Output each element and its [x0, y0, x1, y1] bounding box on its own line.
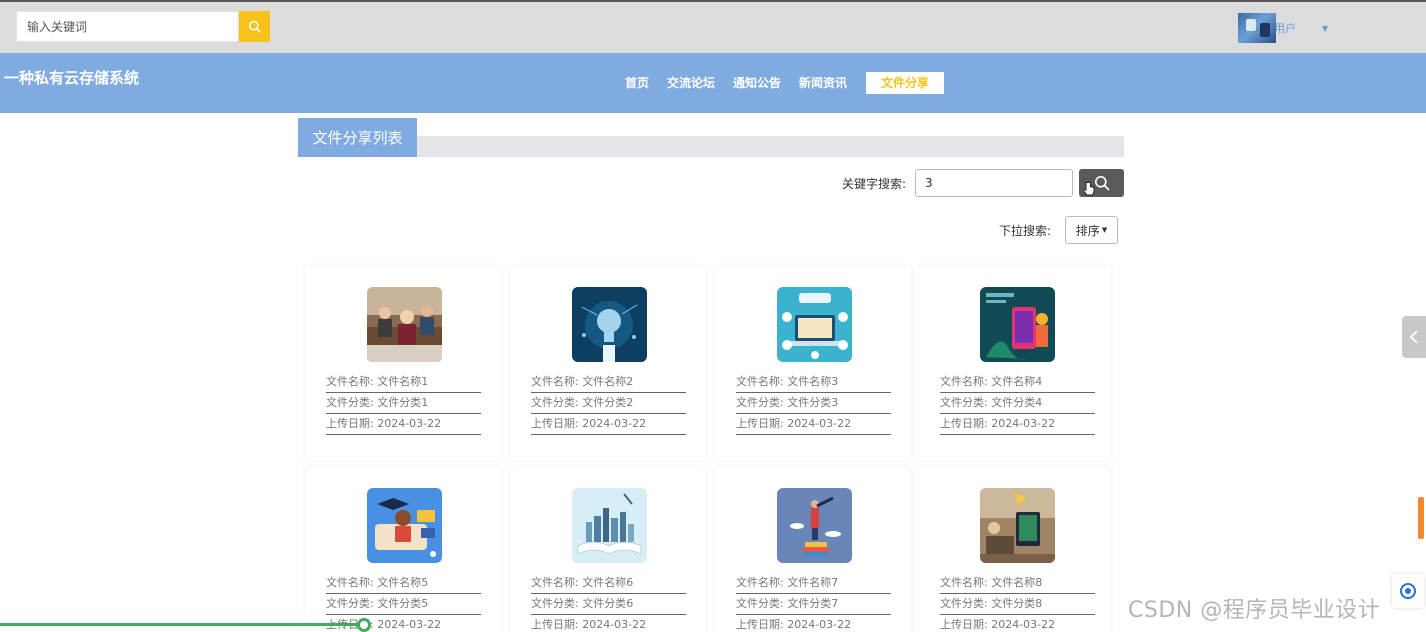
upload-date: 2024-03-22 [377, 417, 442, 430]
file-category: 文件分类8 [991, 597, 1043, 610]
file-card-8[interactable]: 文件名称: 文件名称8 文件分类: 文件分类8 上传日期: 2024-03-22 [915, 467, 1111, 632]
file-category-row: 文件分类: 文件分类3 [736, 393, 891, 414]
upload-date-row: 上传日期: 2024-03-22 [531, 615, 686, 632]
video-progress-bar[interactable] [0, 623, 365, 626]
classroom-students-image[interactable] [367, 287, 442, 362]
file-card-7[interactable]: 文件名称: 文件名称7 文件分类: 文件分类7 上传日期: 2024-03-22 [715, 467, 911, 632]
upload-date: 2024-03-22 [991, 618, 1056, 631]
sort-label: 排序 [1075, 223, 1100, 238]
file-card-6[interactable]: 文件名称: 文件名称6 文件分类: 文件分类6 上传日期: 2024-03-22 [510, 467, 706, 632]
progress-handle[interactable] [357, 618, 371, 632]
upload-date: 2024-03-22 [991, 417, 1056, 430]
study-desk-image[interactable] [980, 488, 1055, 563]
mobile-learning-image[interactable] [980, 287, 1055, 362]
user-menu[interactable]: 用户 ▼ [1238, 13, 1328, 43]
file-card-4[interactable]: 文件名称: 文件名称4 文件分类: 文件分类4 上传日期: 2024-03-22 [915, 266, 1111, 460]
refresh-icon [1400, 583, 1416, 599]
file-category: 文件分类2 [582, 396, 634, 409]
file-category-row: 文件分类: 文件分类8 [940, 594, 1095, 615]
file-category: 文件分类3 [787, 396, 839, 409]
sort-dropdown[interactable]: 排序 ▼ [1065, 216, 1118, 244]
file-name: 文件名称7 [787, 576, 839, 589]
file-name-row: 文件名称: 文件名称8 [940, 573, 1095, 594]
tech-lightbulb-image[interactable] [572, 287, 647, 362]
file-category-row: 文件分类: 文件分类1 [326, 393, 481, 414]
upload-date: 2024-03-22 [582, 618, 647, 631]
chevron-left-icon [1410, 330, 1418, 344]
watermark: CSDN @程序员毕业设计 [1128, 598, 1381, 623]
upload-date-row: 上传日期: 2024-03-22 [326, 414, 481, 435]
upload-date: 2024-03-22 [787, 417, 852, 430]
file-name: 文件名称6 [582, 576, 634, 589]
file-category-row: 文件分类: 文件分类7 [736, 594, 891, 615]
top-search [16, 11, 270, 42]
nav-bar: 一种私有云存储系统 首页 交流论坛 通知公告 新闻资讯 文件分享 [0, 53, 1426, 113]
file-name-row: 文件名称: 文件名称5 [326, 573, 481, 594]
hand-cursor-icon [1083, 181, 1095, 196]
top-search-button[interactable] [239, 11, 270, 42]
dropdown-search-label: 下拉搜索: [999, 224, 1052, 238]
file-card-2[interactable]: 文件名称: 文件名称2 文件分类: 文件分类2 上传日期: 2024-03-22 [510, 266, 706, 460]
file-name-row: 文件名称: 文件名称4 [940, 372, 1095, 393]
file-name: 文件名称2 [582, 375, 634, 388]
list-title: 文件分享列表 [298, 118, 417, 157]
file-category-row: 文件分类: 文件分类2 [531, 393, 686, 414]
nav-item-home[interactable]: 首页 [625, 72, 649, 94]
search-icon [1094, 176, 1109, 191]
upload-date-row: 上传日期: 2024-03-22 [736, 615, 891, 632]
open-book-city-image[interactable] [572, 488, 647, 563]
file-category: 文件分类1 [377, 396, 429, 409]
top-bar: 用户 ▼ [0, 0, 1426, 53]
upload-date-row: 上传日期: 2024-03-22 [531, 414, 686, 435]
file-card-3[interactable]: 文件名称: 文件名称3 文件分类: 文件分类3 上传日期: 2024-03-22 [715, 266, 911, 460]
file-category: 文件分类7 [787, 597, 839, 610]
file-category-row: 文件分类: 文件分类6 [531, 594, 686, 615]
nav-item-file-share[interactable]: 文件分享 [866, 72, 944, 94]
telescope-books-image[interactable] [777, 488, 852, 563]
floating-assistant-button[interactable] [1392, 574, 1424, 608]
scrollbar-thumb[interactable] [1418, 497, 1424, 539]
upload-date: 2024-03-22 [787, 618, 852, 631]
search-icon [248, 20, 261, 33]
side-collapse-tab[interactable] [1402, 316, 1426, 358]
keyword-search-input[interactable] [915, 169, 1073, 197]
caret-down-icon[interactable]: ▼ [1322, 24, 1328, 33]
file-category: 文件分类6 [582, 597, 634, 610]
nav-item-notice[interactable]: 通知公告 [733, 72, 781, 94]
file-name: 文件名称3 [787, 375, 839, 388]
nav-item-news[interactable]: 新闻资讯 [799, 72, 847, 94]
list-header-bar [298, 136, 1124, 157]
top-search-input[interactable] [16, 11, 239, 42]
file-name: 文件名称5 [377, 576, 429, 589]
caret-down-icon: ▼ [1101, 226, 1108, 234]
file-name: 文件名称1 [377, 375, 429, 388]
user-name[interactable]: 用户 [1274, 20, 1296, 36]
file-name-row: 文件名称: 文件名称3 [736, 372, 891, 393]
upload-date: 2024-03-22 [377, 618, 442, 631]
file-name-row: 文件名称: 文件名称2 [531, 372, 686, 393]
avatar[interactable] [1238, 13, 1276, 43]
keyword-search-label: 关键字搜索: [842, 177, 907, 191]
upload-date-row: 上传日期: 2024-03-22 [940, 615, 1095, 632]
file-name: 文件名称4 [991, 375, 1043, 388]
upload-date-row: 上传日期: 2024-03-22 [940, 414, 1095, 435]
file-name-row: 文件名称: 文件名称6 [531, 573, 686, 594]
file-name-row: 文件名称: 文件名称7 [736, 573, 891, 594]
site-title: 一种私有云存储系统 [4, 69, 140, 87]
file-card-5[interactable]: 文件名称: 文件名称5 文件分类: 文件分类5 上传日期: 2024-03-22 [305, 467, 501, 632]
file-card-1[interactable]: 文件名称: 文件名称1 文件分类: 文件分类1 上传日期: 2024-03-22 [305, 266, 501, 460]
file-category: 文件分类5 [377, 597, 429, 610]
file-name-row: 文件名称: 文件名称1 [326, 372, 481, 393]
file-category-row: 文件分类: 文件分类5 [326, 594, 481, 615]
graduate-study-image[interactable] [367, 488, 442, 563]
online-education-image[interactable] [777, 287, 852, 362]
upload-date: 2024-03-22 [582, 417, 647, 430]
upload-date-row: 上传日期: 2024-03-22 [736, 414, 891, 435]
file-category: 文件分类4 [991, 396, 1043, 409]
nav-item-forum[interactable]: 交流论坛 [667, 72, 715, 94]
file-name: 文件名称8 [991, 576, 1043, 589]
file-category-row: 文件分类: 文件分类4 [940, 393, 1095, 414]
